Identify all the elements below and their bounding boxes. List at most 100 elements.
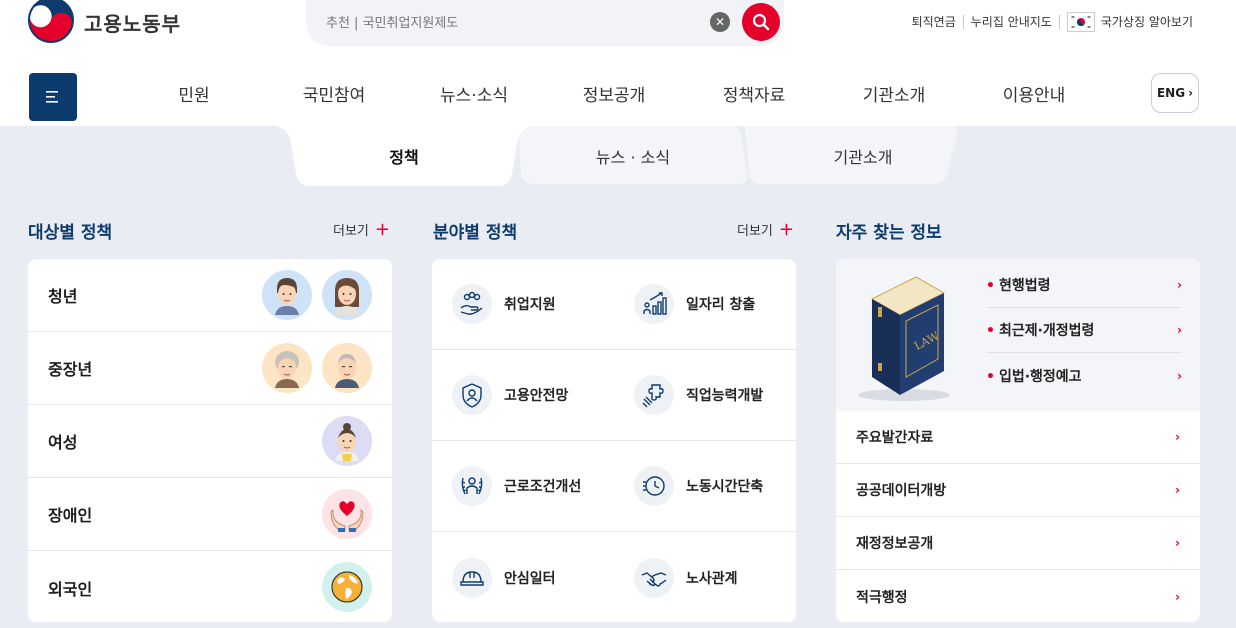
tab-inactive-news[interactable]: 뉴스 · 소식	[515, 126, 751, 186]
field-label: 고용안전망	[504, 388, 569, 404]
young-woman-avatar-icon	[322, 270, 372, 320]
faq-row-label: 재정정보공개	[856, 536, 934, 552]
target-policy-more-link[interactable]: 더보기 +	[333, 219, 390, 240]
target-row-youth[interactable]: 청년	[28, 259, 392, 332]
faq-row-label: 적극행정	[856, 589, 908, 606]
tab-active-policy[interactable]: 정책	[276, 126, 532, 186]
util-link-pension[interactable]: 퇴직연금	[905, 15, 964, 29]
field-item-employment-support[interactable]: 취업지원	[432, 259, 614, 349]
law-book-icon: LAW	[858, 276, 950, 401]
search-icon	[752, 13, 770, 31]
field-item-working-hours[interactable]: 노동시간단축	[614, 441, 796, 531]
plus-icon: +	[374, 219, 390, 240]
puzzle-icon	[634, 375, 674, 415]
logo-text: 고용노동부	[84, 11, 181, 36]
target-row-middle-aged[interactable]: 중장년	[28, 332, 392, 405]
tab-bar: 기관소개 뉴스 · 소식 정책	[0, 126, 1236, 188]
main-content: 기관소개 뉴스 · 소식 정책 대상별 정책 더보기 + 청년 중장년 여성 장…	[0, 126, 1236, 628]
field-label: 노동시간단축	[686, 479, 764, 495]
nav-items: 민원 국민참여 뉴스·소식 정보공개 정책자료 기관소개 이용안내	[124, 81, 1104, 106]
search-bar: ✕	[306, 0, 784, 46]
target-row-disabled[interactable]: 장애인	[28, 478, 392, 551]
util-link-national-symbols[interactable]: 국가상징 알아보기	[1060, 12, 1200, 32]
law-link-notice[interactable]: • 입법·행정예고 ›	[986, 353, 1182, 398]
field-policy-grid: 취업지원 일자리 창출 고용안전망 직업능력개발 근로조건개선 노동시간단축 안…	[432, 259, 796, 622]
field-label: 일자리 창출	[686, 297, 756, 313]
field-item-labor-relations[interactable]: 노사관계	[614, 532, 796, 622]
util-link-national-symbols-label: 국가상징 알아보기	[1100, 15, 1193, 29]
field-policy-more-link[interactable]: 더보기 +	[737, 219, 794, 240]
chevron-right-icon: ›	[1175, 483, 1180, 497]
law-link-label: 최근제·개정법령	[998, 323, 1095, 339]
globe-icon	[322, 562, 372, 612]
search-button[interactable]	[742, 3, 780, 41]
chevron-right-icon: ›	[1177, 278, 1182, 292]
faq-row-proactive-admin[interactable]: 적극행정 ›	[836, 570, 1200, 622]
handshake-hand-icon	[452, 284, 492, 324]
shield-person-icon	[452, 375, 492, 415]
bullet-icon: •	[986, 323, 995, 339]
target-policy-title: 대상별 정책	[28, 223, 113, 243]
nav-item-civil-service[interactable]: 민원	[124, 81, 264, 106]
korean-flag-icon	[1066, 12, 1095, 32]
law-link-current[interactable]: • 현행법령 ›	[986, 263, 1182, 308]
search-input[interactable]	[326, 13, 706, 33]
plus-icon: +	[778, 219, 794, 240]
language-button[interactable]: ENG ›	[1151, 73, 1199, 113]
faq-row-finance-disclosure[interactable]: 재정정보공개 ›	[836, 517, 1200, 570]
nav-item-disclosure[interactable]: 정보공개	[544, 81, 684, 106]
faq-row-publications[interactable]: 주요발간자료 ›	[836, 411, 1200, 464]
field-item-job-creation[interactable]: 일자리 창출	[614, 259, 796, 349]
utility-links: 퇴직연금 누리집 안내지도 국가상징 알아보기	[905, 12, 1200, 32]
menu-button[interactable]	[29, 73, 77, 121]
site-logo[interactable]: 고용노동부	[28, 0, 181, 44]
field-item-safe-workplace[interactable]: 안심일터	[432, 532, 614, 622]
faq-title: 자주 찾는 정보	[836, 223, 942, 243]
chevron-right-icon: ›	[1175, 589, 1180, 604]
faq-row-open-data[interactable]: 공공데이터개방 ›	[836, 464, 1200, 517]
older-woman-avatar-icon	[262, 343, 312, 393]
older-man-avatar-icon	[322, 343, 372, 393]
field-item-vocational-training[interactable]: 직업능력개발	[614, 350, 796, 440]
nav-item-participation[interactable]: 국민참여	[264, 81, 404, 106]
tab-inactive-about[interactable]: 기관소개	[745, 126, 981, 186]
handshake-icon	[634, 557, 674, 598]
field-policy-title: 분야별 정책	[433, 223, 518, 243]
field-item-safety-net[interactable]: 고용안전망	[432, 350, 614, 440]
close-icon[interactable]: ✕	[710, 12, 730, 32]
tab-label-about: 기관소개	[833, 148, 893, 167]
top-bar: 고용노동부 ✕ 퇴직연금 누리집 안내지도 국가상징 알아보기	[0, 0, 1236, 60]
field-label: 안심일터	[504, 570, 556, 587]
law-link-label: 현행법령	[998, 278, 1051, 294]
chevron-right-icon: ›	[1177, 368, 1182, 383]
nav-item-news[interactable]: 뉴스·소식	[404, 81, 544, 106]
main-nav: 민원 국민참여 뉴스·소식 정보공개 정책자료 기관소개 이용안내 ENG ›	[0, 60, 1236, 126]
field-label: 직업능력개발	[686, 388, 764, 404]
hamburger-icon	[46, 91, 58, 103]
target-label: 중장년	[48, 360, 93, 379]
chevron-right-icon: ›	[1188, 86, 1194, 100]
growth-chart-icon	[634, 284, 674, 324]
nav-item-guide[interactable]: 이용안내	[964, 81, 1104, 106]
chevron-right-icon: ›	[1175, 536, 1180, 550]
target-row-foreigners[interactable]: 외국인	[28, 551, 392, 622]
law-link-recent[interactable]: • 최근제·개정법령 ›	[986, 308, 1182, 353]
language-label: ENG	[1156, 86, 1186, 100]
more-label: 더보기	[737, 224, 773, 239]
field-label: 근로조건개선	[504, 479, 582, 495]
util-link-sitemap[interactable]: 누리집 안내지도	[964, 15, 1060, 29]
taegeuk-logo-icon	[28, 0, 74, 43]
target-row-women[interactable]: 여성	[28, 405, 392, 478]
hardhat-icon	[452, 557, 492, 598]
law-section: LAW • 현행법령 › • 최근제·개정법령 › • 입법·행정예고 ›	[836, 259, 1200, 411]
nav-item-policy-data[interactable]: 정책자료	[684, 81, 824, 106]
nav-item-about[interactable]: 기관소개	[824, 81, 964, 106]
field-item-working-conditions[interactable]: 근로조건개선	[432, 441, 614, 531]
target-label: 외국인	[48, 579, 93, 599]
field-label: 취업지원	[504, 297, 556, 313]
more-label: 더보기	[333, 224, 369, 239]
clock-icon	[634, 466, 674, 506]
bullet-icon: •	[986, 368, 995, 385]
faq-row-label: 공공데이터개방	[856, 483, 947, 499]
bullet-icon: •	[986, 278, 995, 294]
